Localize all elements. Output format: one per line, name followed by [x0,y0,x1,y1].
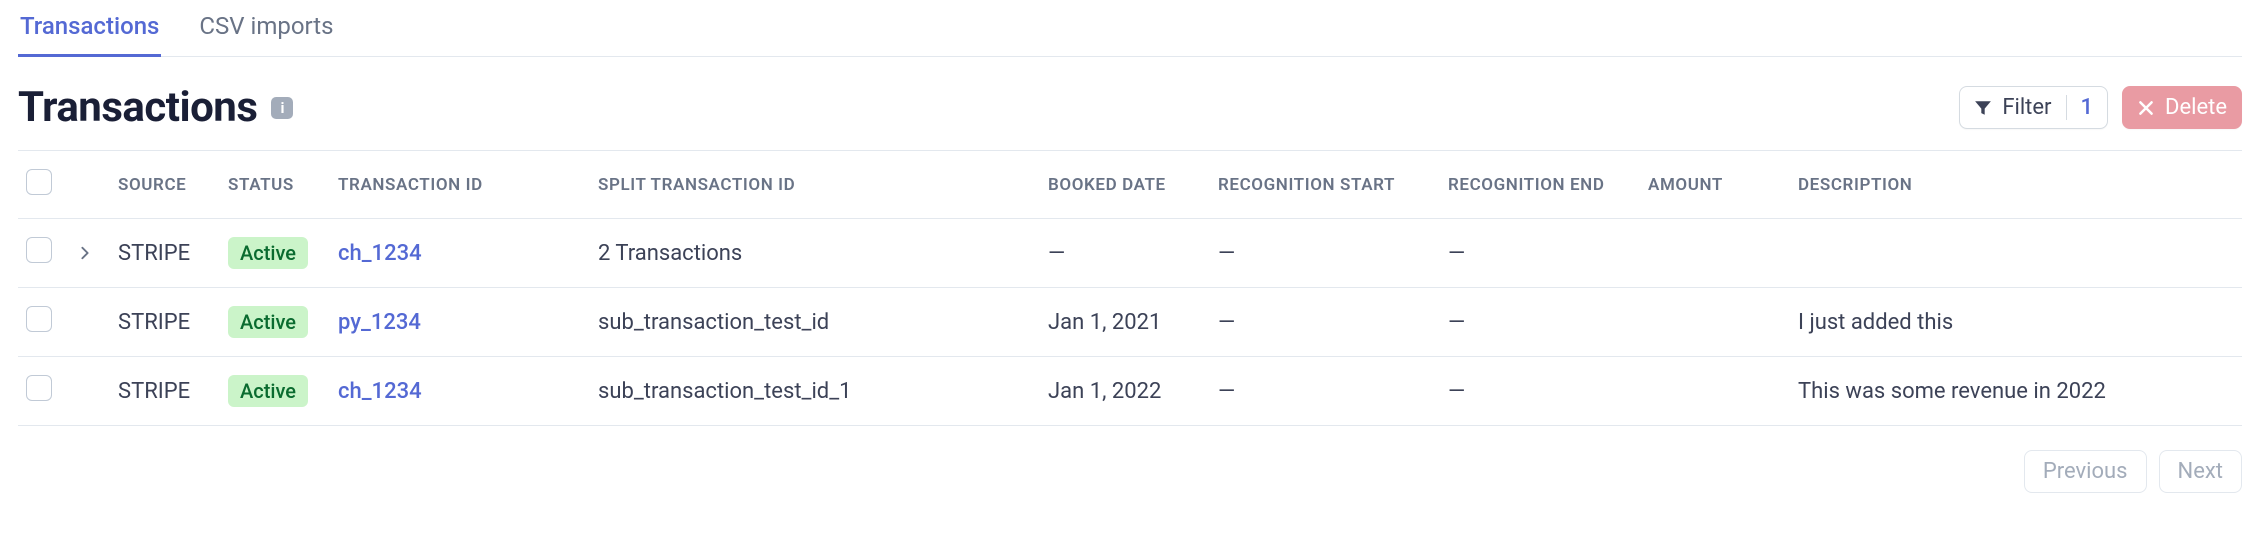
cell-recognition-end: — [1438,219,1638,288]
col-header-recognition-start: RECOGNITION START [1208,151,1438,219]
previous-button[interactable]: Previous [2024,450,2147,493]
transaction-id-link[interactable]: ch_1234 [338,241,422,266]
tab-transactions[interactable]: Transactions [18,4,161,57]
cell-source: STRIPE [108,357,218,426]
filter-label: Filter [2002,95,2051,120]
table-row[interactable]: STRIPE Active ch_1234 sub_transaction_te… [18,357,2242,426]
next-button[interactable]: Next [2159,450,2242,493]
row-checkbox[interactable] [26,375,52,401]
status-badge: Active [228,375,308,407]
col-header-status: STATUS [218,151,328,219]
col-header-amount: AMOUNT [1638,151,1788,219]
cell-source: STRIPE [108,288,218,357]
cell-recognition-end: — [1438,357,1638,426]
cell-amount [1638,219,1788,288]
col-header-booked-date: BOOKED DATE [1038,151,1208,219]
col-header-transaction-id: TRANSACTION ID [328,151,588,219]
cell-split-id: sub_transaction_test_id [588,288,1038,357]
close-icon [2137,99,2155,117]
cell-recognition-start: — [1208,357,1438,426]
transaction-id-link[interactable]: ch_1234 [338,379,422,404]
pagination: Previous Next [18,450,2242,493]
cell-recognition-end: — [1438,288,1638,357]
delete-button[interactable]: Delete [2122,86,2242,129]
page-header: Transactions i Filter 1 Delete [18,83,2242,132]
tabs: Transactions CSV imports [18,4,2242,57]
col-header-split-transaction-id: SPLIT TRANSACTION ID [588,151,1038,219]
transactions-table: SOURCE STATUS TRANSACTION ID SPLIT TRANS… [18,150,2242,426]
cell-source: STRIPE [108,219,218,288]
cell-amount [1638,288,1788,357]
cell-description: I just added this [1788,288,2242,357]
cell-description [1788,219,2242,288]
filter-count: 1 [2066,95,2094,120]
col-header-source: SOURCE [108,151,218,219]
col-header-recognition-end: RECOGNITION END [1438,151,1638,219]
tab-csv-imports[interactable]: CSV imports [197,4,335,57]
transaction-id-link[interactable]: py_1234 [338,310,421,335]
select-all-checkbox[interactable] [26,169,52,195]
cell-split-id: sub_transaction_test_id_1 [588,357,1038,426]
cell-booked-date: Jan 1, 2022 [1038,357,1208,426]
cell-split-id: 2 Transactions [588,219,1038,288]
page-title: Transactions [18,83,257,132]
cell-booked-date: Jan 1, 2021 [1038,288,1208,357]
cell-booked-date: — [1038,219,1208,288]
status-badge: Active [228,306,308,338]
cell-amount [1638,357,1788,426]
info-icon[interactable]: i [271,97,293,119]
status-badge: Active [228,237,308,269]
row-checkbox[interactable] [26,237,52,263]
table-row[interactable]: STRIPE Active py_1234 sub_transaction_te… [18,288,2242,357]
cell-description: This was some revenue in 2022 [1788,357,2242,426]
table-row[interactable]: STRIPE Active ch_1234 2 Transactions — —… [18,219,2242,288]
col-header-description: DESCRIPTION [1788,151,2242,219]
row-checkbox[interactable] [26,306,52,332]
cell-recognition-start: — [1208,288,1438,357]
filter-button[interactable]: Filter 1 [1959,86,2108,129]
chevron-right-icon[interactable] [78,241,92,266]
filter-icon [1974,99,1992,117]
delete-label: Delete [2165,95,2227,120]
cell-recognition-start: — [1208,219,1438,288]
